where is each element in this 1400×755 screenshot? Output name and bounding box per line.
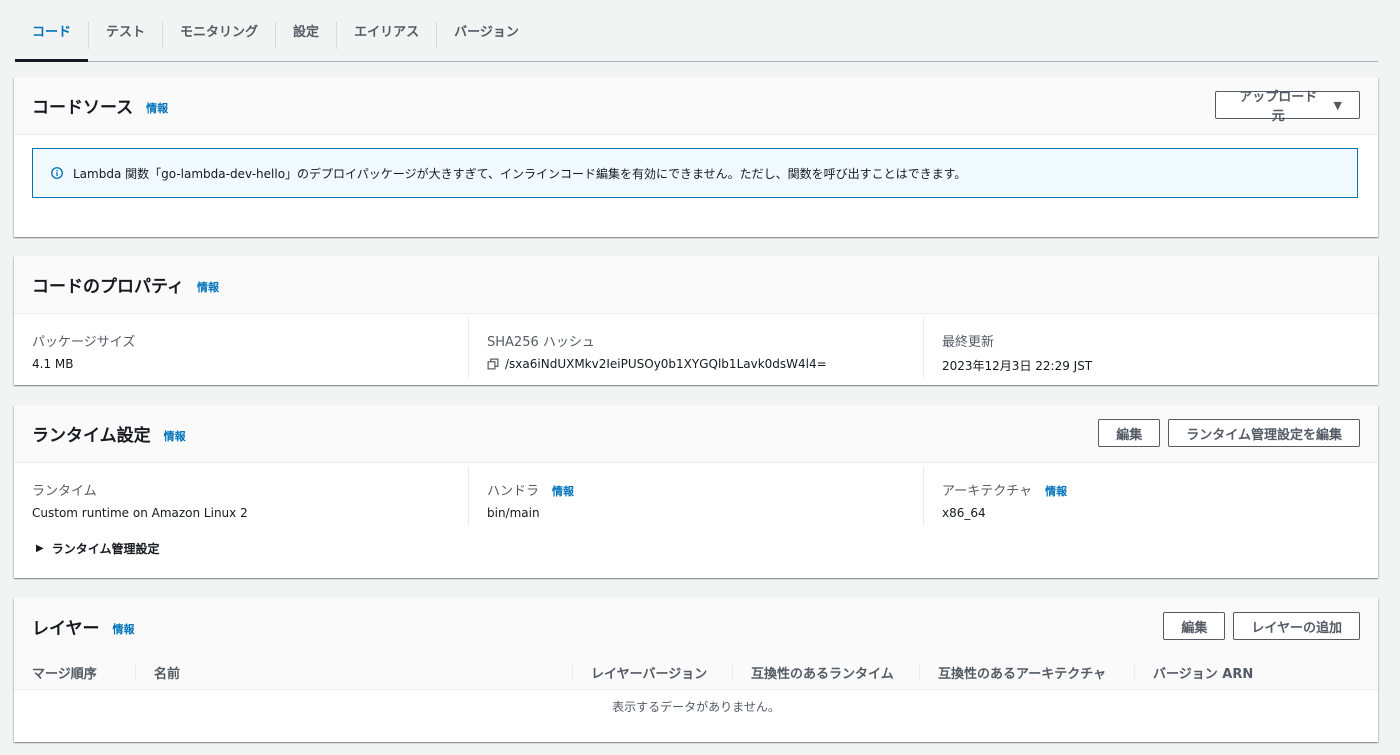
handler-value: bin/main (487, 506, 540, 520)
hash-label: SHA256 ハッシュ (487, 335, 595, 350)
architecture-value: x86_64 (942, 506, 986, 520)
handler-label: ハンドラ (487, 484, 540, 499)
package-size-value: 4.1 MB (32, 357, 74, 371)
tab-bar: コード テスト モニタリング 設定 エイリアス バージョン (15, 0, 1378, 62)
layers-title: レイヤー (32, 619, 100, 639)
hash-value: /sxa6iNdUXMkv2IeiPUSOy0b1XYGQlb1Lavk0dsW… (505, 357, 827, 371)
edit-runtime-button[interactable]: 編集 (1098, 419, 1161, 447)
runtime-settings-header: ランタイム設定 情報 編集 ランタイム管理設定を編集 (14, 405, 1378, 463)
code-properties-info-link[interactable]: 情報 (197, 279, 219, 295)
column-compatible-architectures[interactable]: 互換性のあるアーキテクチャ (919, 663, 1134, 682)
layers-table-header: マージ順序 名前 レイヤーバージョン 互換性のあるランタイム 互換性のあるアーキ… (14, 655, 1378, 690)
code-source-actions: アップロード元 ▼ (1215, 90, 1360, 124)
hash-value-row: /sxa6iNdUXMkv2IeiPUSOy0b1XYGQlb1Lavk0dsW… (487, 357, 905, 371)
tab-test[interactable]: テスト (89, 0, 162, 61)
runtime-settings-panel: ランタイム設定 情報 編集 ランタイム管理設定を編集 ランタイム Custom … (14, 405, 1378, 578)
last-modified-label: 最終更新 (942, 335, 995, 350)
last-modified-value: 2023年12月3日 22:29 JST (942, 359, 1093, 373)
runtime-settings-row: ランタイム Custom runtime on Amazon Linux 2 ハ… (14, 466, 1378, 526)
info-icon (51, 167, 63, 179)
column-version-arn[interactable]: バージョン ARN (1134, 663, 1334, 682)
runtime-settings-actions: 編集 ランタイム管理設定を編集 (1098, 419, 1360, 447)
runtime-settings-title: ランタイム設定 (32, 426, 151, 446)
column-merge-order[interactable]: マージ順序 (14, 663, 135, 682)
add-layer-button[interactable]: レイヤーの追加 (1233, 612, 1360, 640)
code-properties-title: コードのプロパティ (32, 277, 184, 297)
hash-column: SHA256 ハッシュ /sxa6iNdUXMkv2IeiPUSOy0b1XYG… (468, 317, 923, 379)
layers-actions: 編集 レイヤーの追加 (1163, 612, 1360, 640)
column-compatible-runtimes[interactable]: 互換性のあるランタイム (732, 663, 919, 682)
handler-info-link[interactable]: 情報 (552, 483, 574, 499)
tab-code[interactable]: コード (15, 0, 89, 62)
runtime-label: ランタイム (32, 484, 97, 499)
package-size-label: パッケージサイズ (32, 335, 136, 350)
edit-layers-button[interactable]: 編集 (1163, 612, 1226, 640)
copy-icon[interactable] (487, 358, 499, 370)
upload-from-label: アップロード元 (1239, 90, 1318, 124)
code-source-title: コードソース (32, 98, 134, 118)
info-alert: Lambda 関数「go-lambda-dev-hello」のデプロイパッケージ… (32, 148, 1358, 198)
tab-monitoring[interactable]: モニタリング (163, 0, 275, 61)
layers-info-link[interactable]: 情報 (113, 621, 135, 637)
runtime-management-label: ランタイム管理設定 (51, 542, 160, 556)
code-source-info-link[interactable]: 情報 (146, 100, 168, 116)
runtime-value: Custom runtime on Amazon Linux 2 (32, 506, 248, 520)
code-properties-panel: コードのプロパティ 情報 パッケージサイズ 4.1 MB SHA256 ハッシュ… (14, 256, 1378, 385)
layers-header: レイヤー 情報 編集 レイヤーの追加 (14, 598, 1378, 656)
runtime-settings-info-link[interactable]: 情報 (164, 428, 186, 444)
tab-aliases[interactable]: エイリアス (337, 0, 436, 61)
edit-runtime-management-button[interactable]: ランタイム管理設定を編集 (1168, 419, 1360, 447)
architecture-info-link[interactable]: 情報 (1045, 483, 1067, 499)
architecture-label-row: アーキテクチャ 情報 (942, 480, 1360, 499)
architecture-column: アーキテクチャ 情報 x86_64 (923, 466, 1378, 526)
code-source-header: コードソース 情報 アップロード元 ▼ (14, 77, 1378, 135)
upload-from-button[interactable]: アップロード元 ▼ (1215, 90, 1360, 124)
column-name[interactable]: 名前 (135, 663, 572, 682)
code-source-panel: コードソース 情報 アップロード元 ▼ Lambda 関数「go-lambda-… (14, 77, 1378, 237)
handler-column: ハンドラ 情報 bin/main (468, 466, 923, 526)
layers-panel: レイヤー 情報 編集 レイヤーの追加 マージ順序 名前 レイヤーバージョン 互換… (14, 598, 1378, 742)
tab-configuration[interactable]: 設定 (276, 0, 336, 61)
alert-message: Lambda 関数「go-lambda-dev-hello」のデプロイパッケージ… (73, 166, 967, 181)
caret-right-icon: ▶ (36, 543, 44, 554)
column-layer-version[interactable]: レイヤーバージョン (572, 663, 732, 682)
caret-down-icon: ▼ (1333, 98, 1342, 112)
package-size-column: パッケージサイズ 4.1 MB (14, 317, 468, 379)
code-properties-header: コードのプロパティ 情報 (14, 256, 1378, 314)
handler-label-row: ハンドラ 情報 (487, 480, 905, 499)
architecture-label: アーキテクチャ (942, 484, 1033, 499)
code-properties-row: パッケージサイズ 4.1 MB SHA256 ハッシュ /sxa6iNdUXMk… (14, 317, 1378, 379)
layers-empty-message: 表示するデータがありません。 (612, 700, 780, 714)
runtime-management-expander[interactable]: ▶ ランタイム管理設定 (36, 540, 159, 557)
runtime-column: ランタイム Custom runtime on Amazon Linux 2 (14, 466, 468, 526)
last-modified-column: 最終更新 2023年12月3日 22:29 JST (923, 317, 1378, 379)
tab-versions[interactable]: バージョン (437, 0, 536, 61)
